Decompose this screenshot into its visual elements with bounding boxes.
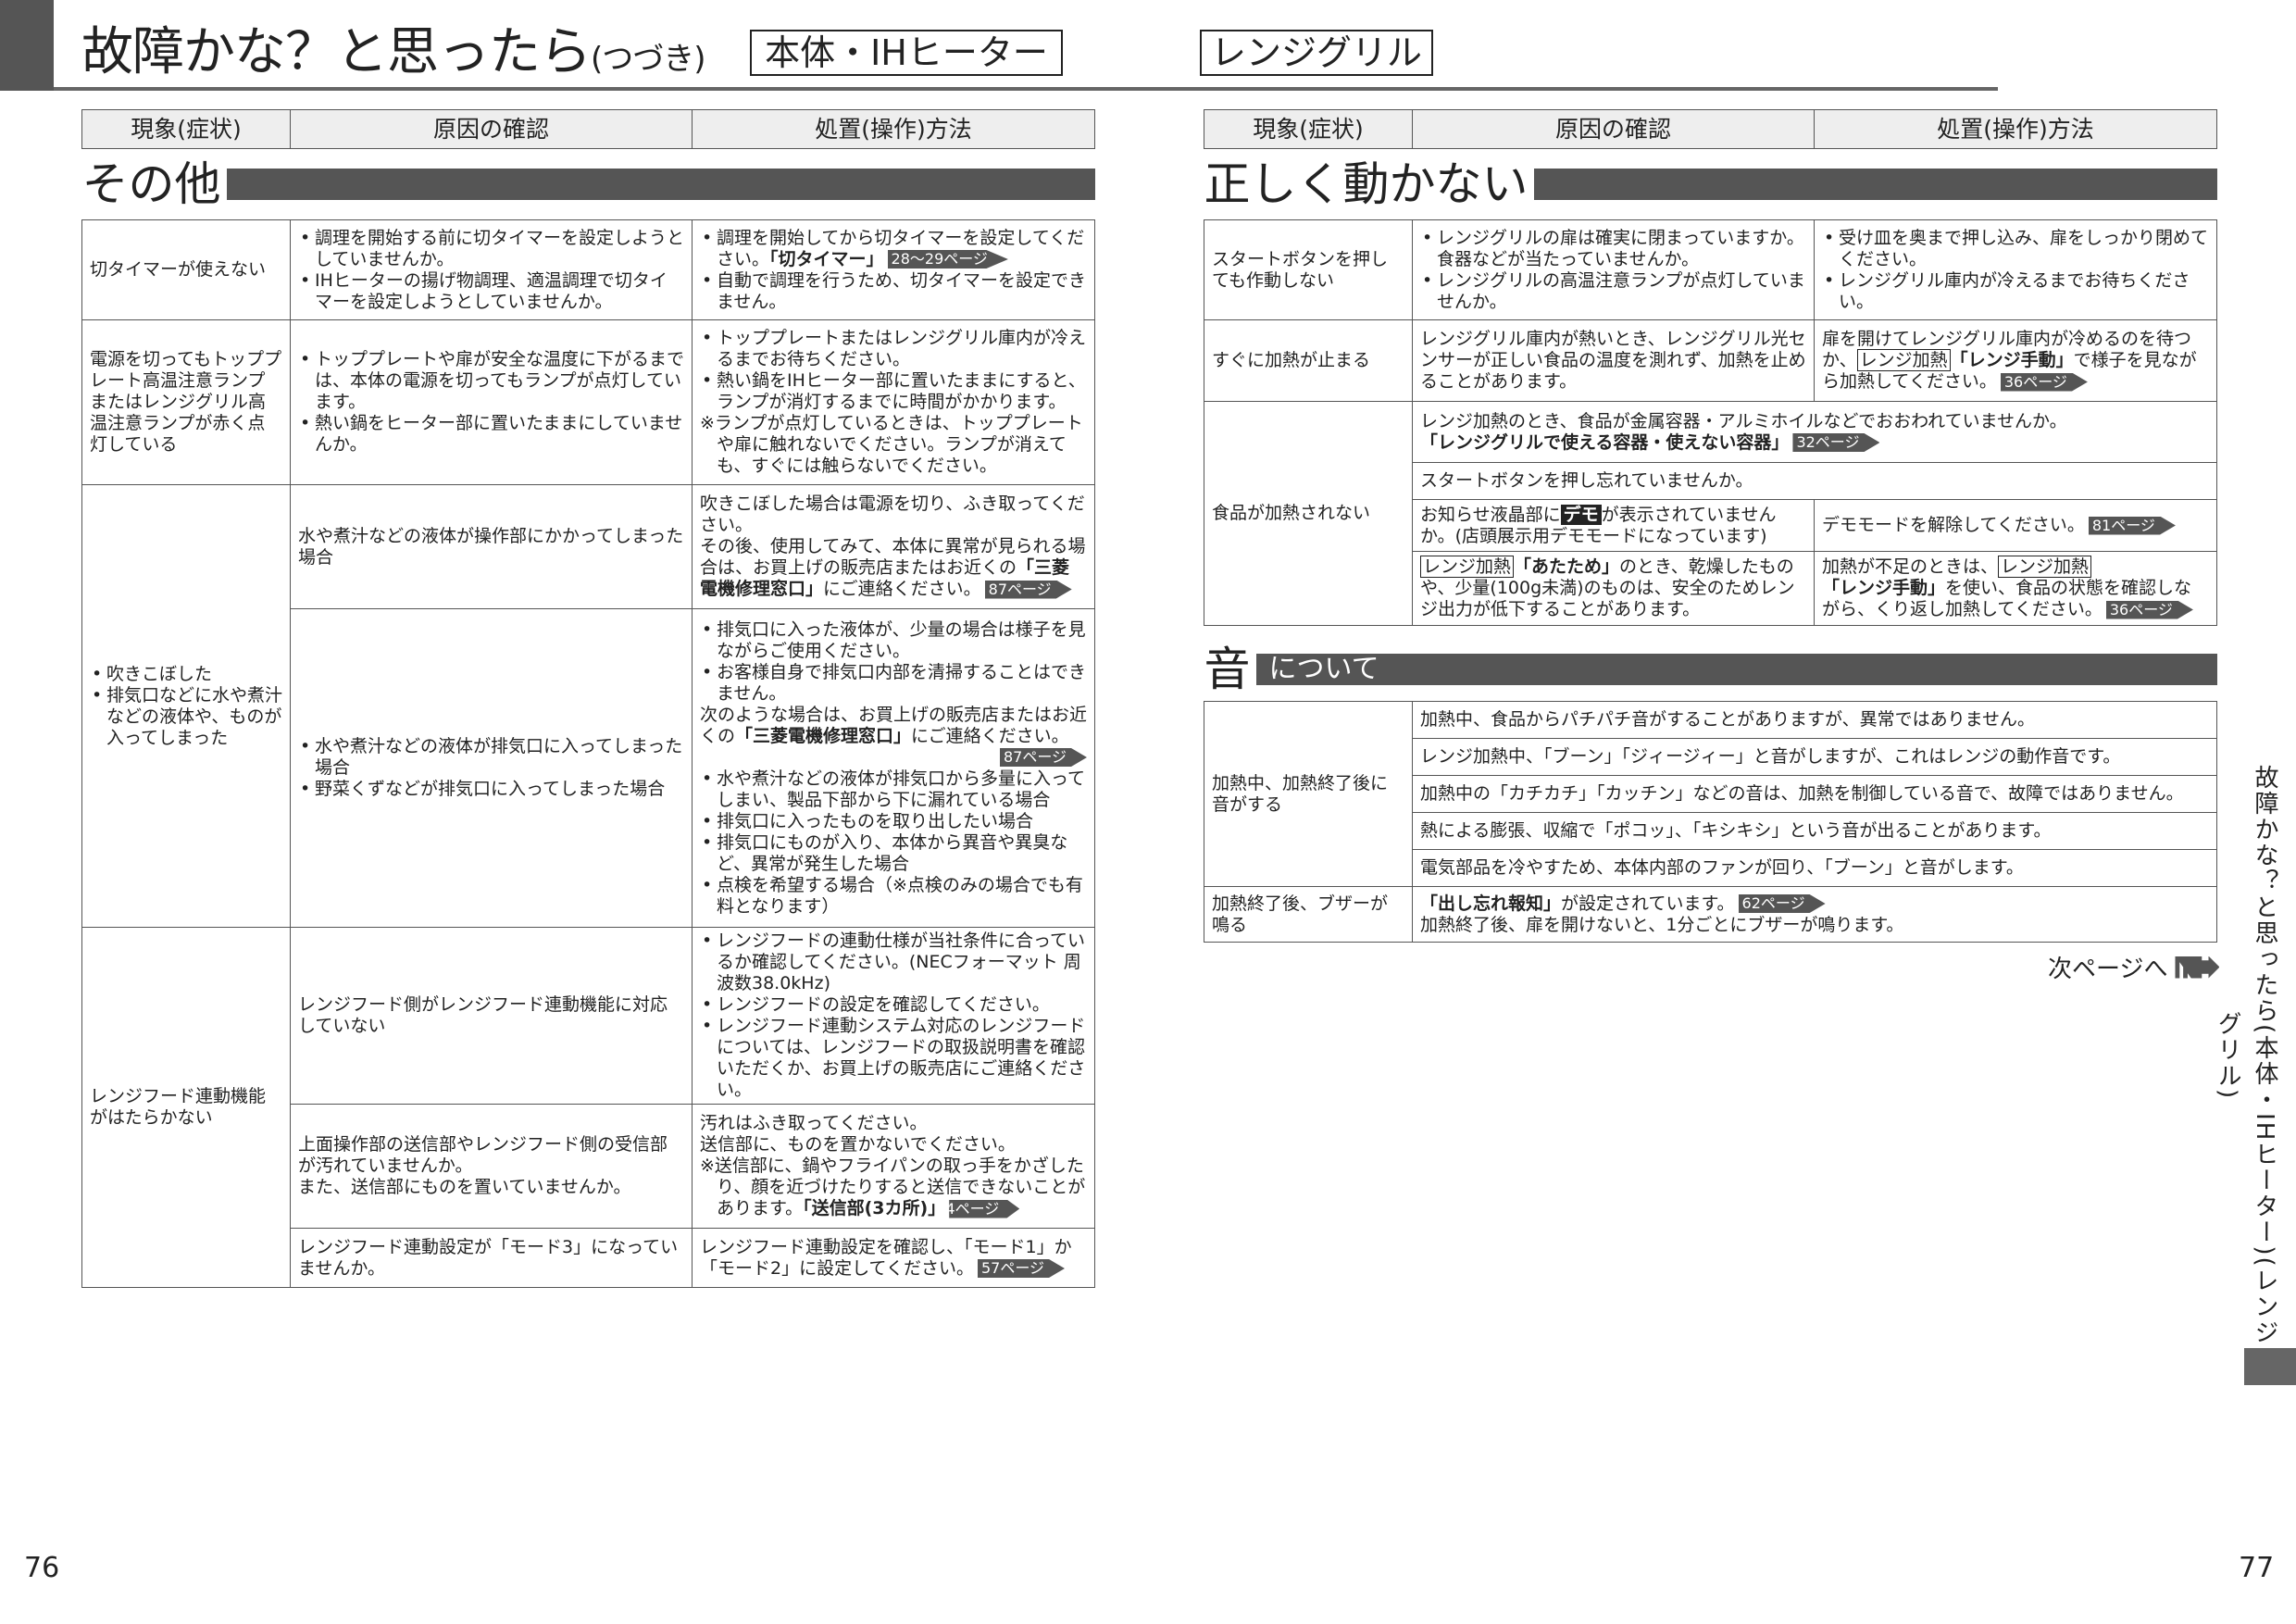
table-row: 電源を切ってもトッププレート高温注意ランプまたはレンジグリル高温注意ランプが赤く… [81, 319, 1095, 485]
section-malfunction: 正しく動かない [1204, 149, 2217, 219]
table-row: 加熱終了後、ブザーが鳴る 「出し忘れ報知」が設定されています。 62ページ 加熱終了… [1204, 886, 2217, 943]
page-ref-badge: 62ページ [1738, 894, 1826, 913]
page-number-left: 76 [24, 1552, 60, 1584]
col-remedy: 処置(操作)方法 [1814, 109, 2217, 149]
page-ref-badge: 81ページ [2088, 516, 2176, 535]
symptom-cell: 食品が加熱されない [1204, 401, 1413, 626]
symptom-cell: 加熱中、加熱終了後に音がする [1204, 701, 1413, 887]
section-other: その他 [82, 149, 1095, 219]
page-title: 故障かな？と思ったら(つづき) [81, 22, 706, 82]
table-row: 切タイマーが使えない 調理を開始する前に切タイマーを設定しようとしていませんか。… [81, 219, 1095, 320]
symptom-cell: 吹きこぼした排気口などに水や煮汁などの液体や、ものが入ってしまった [81, 484, 291, 928]
symptom-cell: 加熱終了後、ブザーが鳴る [1204, 886, 1413, 943]
next-page-link[interactable]: 次ページへ [2048, 950, 2220, 984]
tag-range-grill: レンジグリル [1200, 30, 1433, 76]
table-row: 加熱中、加熱終了後に音がする 加熱中、食品からパチパチ音がすることがありますが、… [1204, 701, 2217, 887]
page-ref-badge: 14ページ [949, 1199, 1020, 1218]
page-ref-badge: 36ページ [2000, 372, 2088, 392]
page-ref-badge: 87ページ [999, 748, 1087, 767]
col-cause: 原因の確認 [1412, 109, 1815, 149]
symptom-cell: 電源を切ってもトッププレート高温注意ランプまたはレンジグリル高温注意ランプが赤く… [81, 319, 291, 485]
symptom-cell: 切タイマーが使えない [81, 219, 291, 320]
table-row: 吹きこぼした排気口などに水や煮汁などの液体や、ものが入ってしまった 水や煮汁など… [81, 484, 1095, 928]
table-row: レンジフード連動機能がはたらかない レンジフード側がレンジフード連動機能に対応し… [81, 927, 1095, 1288]
col-symptom: 現象(症状) [1204, 109, 1413, 149]
col-remedy: 処置(操作)方法 [692, 109, 1095, 149]
side-index-tab [2244, 1348, 2296, 1385]
tag-main-unit: 本体・IHヒーター [750, 30, 1063, 76]
table-row: 食品が加熱されない レンジ加熱のとき、食品が金属容器・アルミホイルなどでおおわれ… [1204, 401, 2217, 626]
table-row: スタートボタンを押しても作動しない レンジグリルの扉は確実に閉まっていますか。食… [1204, 219, 2217, 320]
table-row: すぐに加熱が止まる レンジグリル庫内が熱いとき、レンジグリル光センサーが正しい食… [1204, 319, 2217, 402]
symptom-cell: レンジフード連動機能がはたらかない [81, 927, 291, 1288]
page-number-right: 77 [2239, 1552, 2275, 1584]
left-table: 現象(症状) 原因の確認 処置(操作)方法 その他 切タイマーが使えない 調理を… [81, 109, 1095, 1288]
right-table: 現象(症状) 原因の確認 処置(操作)方法 正しく動かない スタートボタンを押し… [1204, 109, 2217, 943]
symptom-cell: すぐに加熱が止まる [1204, 319, 1413, 402]
col-symptom: 現象(症状) [81, 109, 291, 149]
col-cause: 原因の確認 [290, 109, 693, 149]
demo-badge: デモ [1560, 504, 1602, 525]
section-sound: 音について [1204, 643, 2217, 696]
page-ref-badge: 57ページ [977, 1259, 1065, 1278]
next-arrow-icon [2175, 956, 2220, 979]
symptom-cell: スタートボタンを押しても作動しない [1204, 219, 1413, 320]
page-ref-badge: 87ページ [984, 580, 1072, 599]
side-index-label: 故障かな？と思ったら(本体・IHヒーター)(レンジグリル) [2214, 765, 2278, 1346]
page-ref-badge: 28～29ページ [887, 250, 1008, 269]
header-left-bar [0, 0, 54, 91]
page-ref-badge: 32ページ [1792, 433, 1880, 452]
page-ref-badge: 36ページ [2105, 600, 2193, 619]
